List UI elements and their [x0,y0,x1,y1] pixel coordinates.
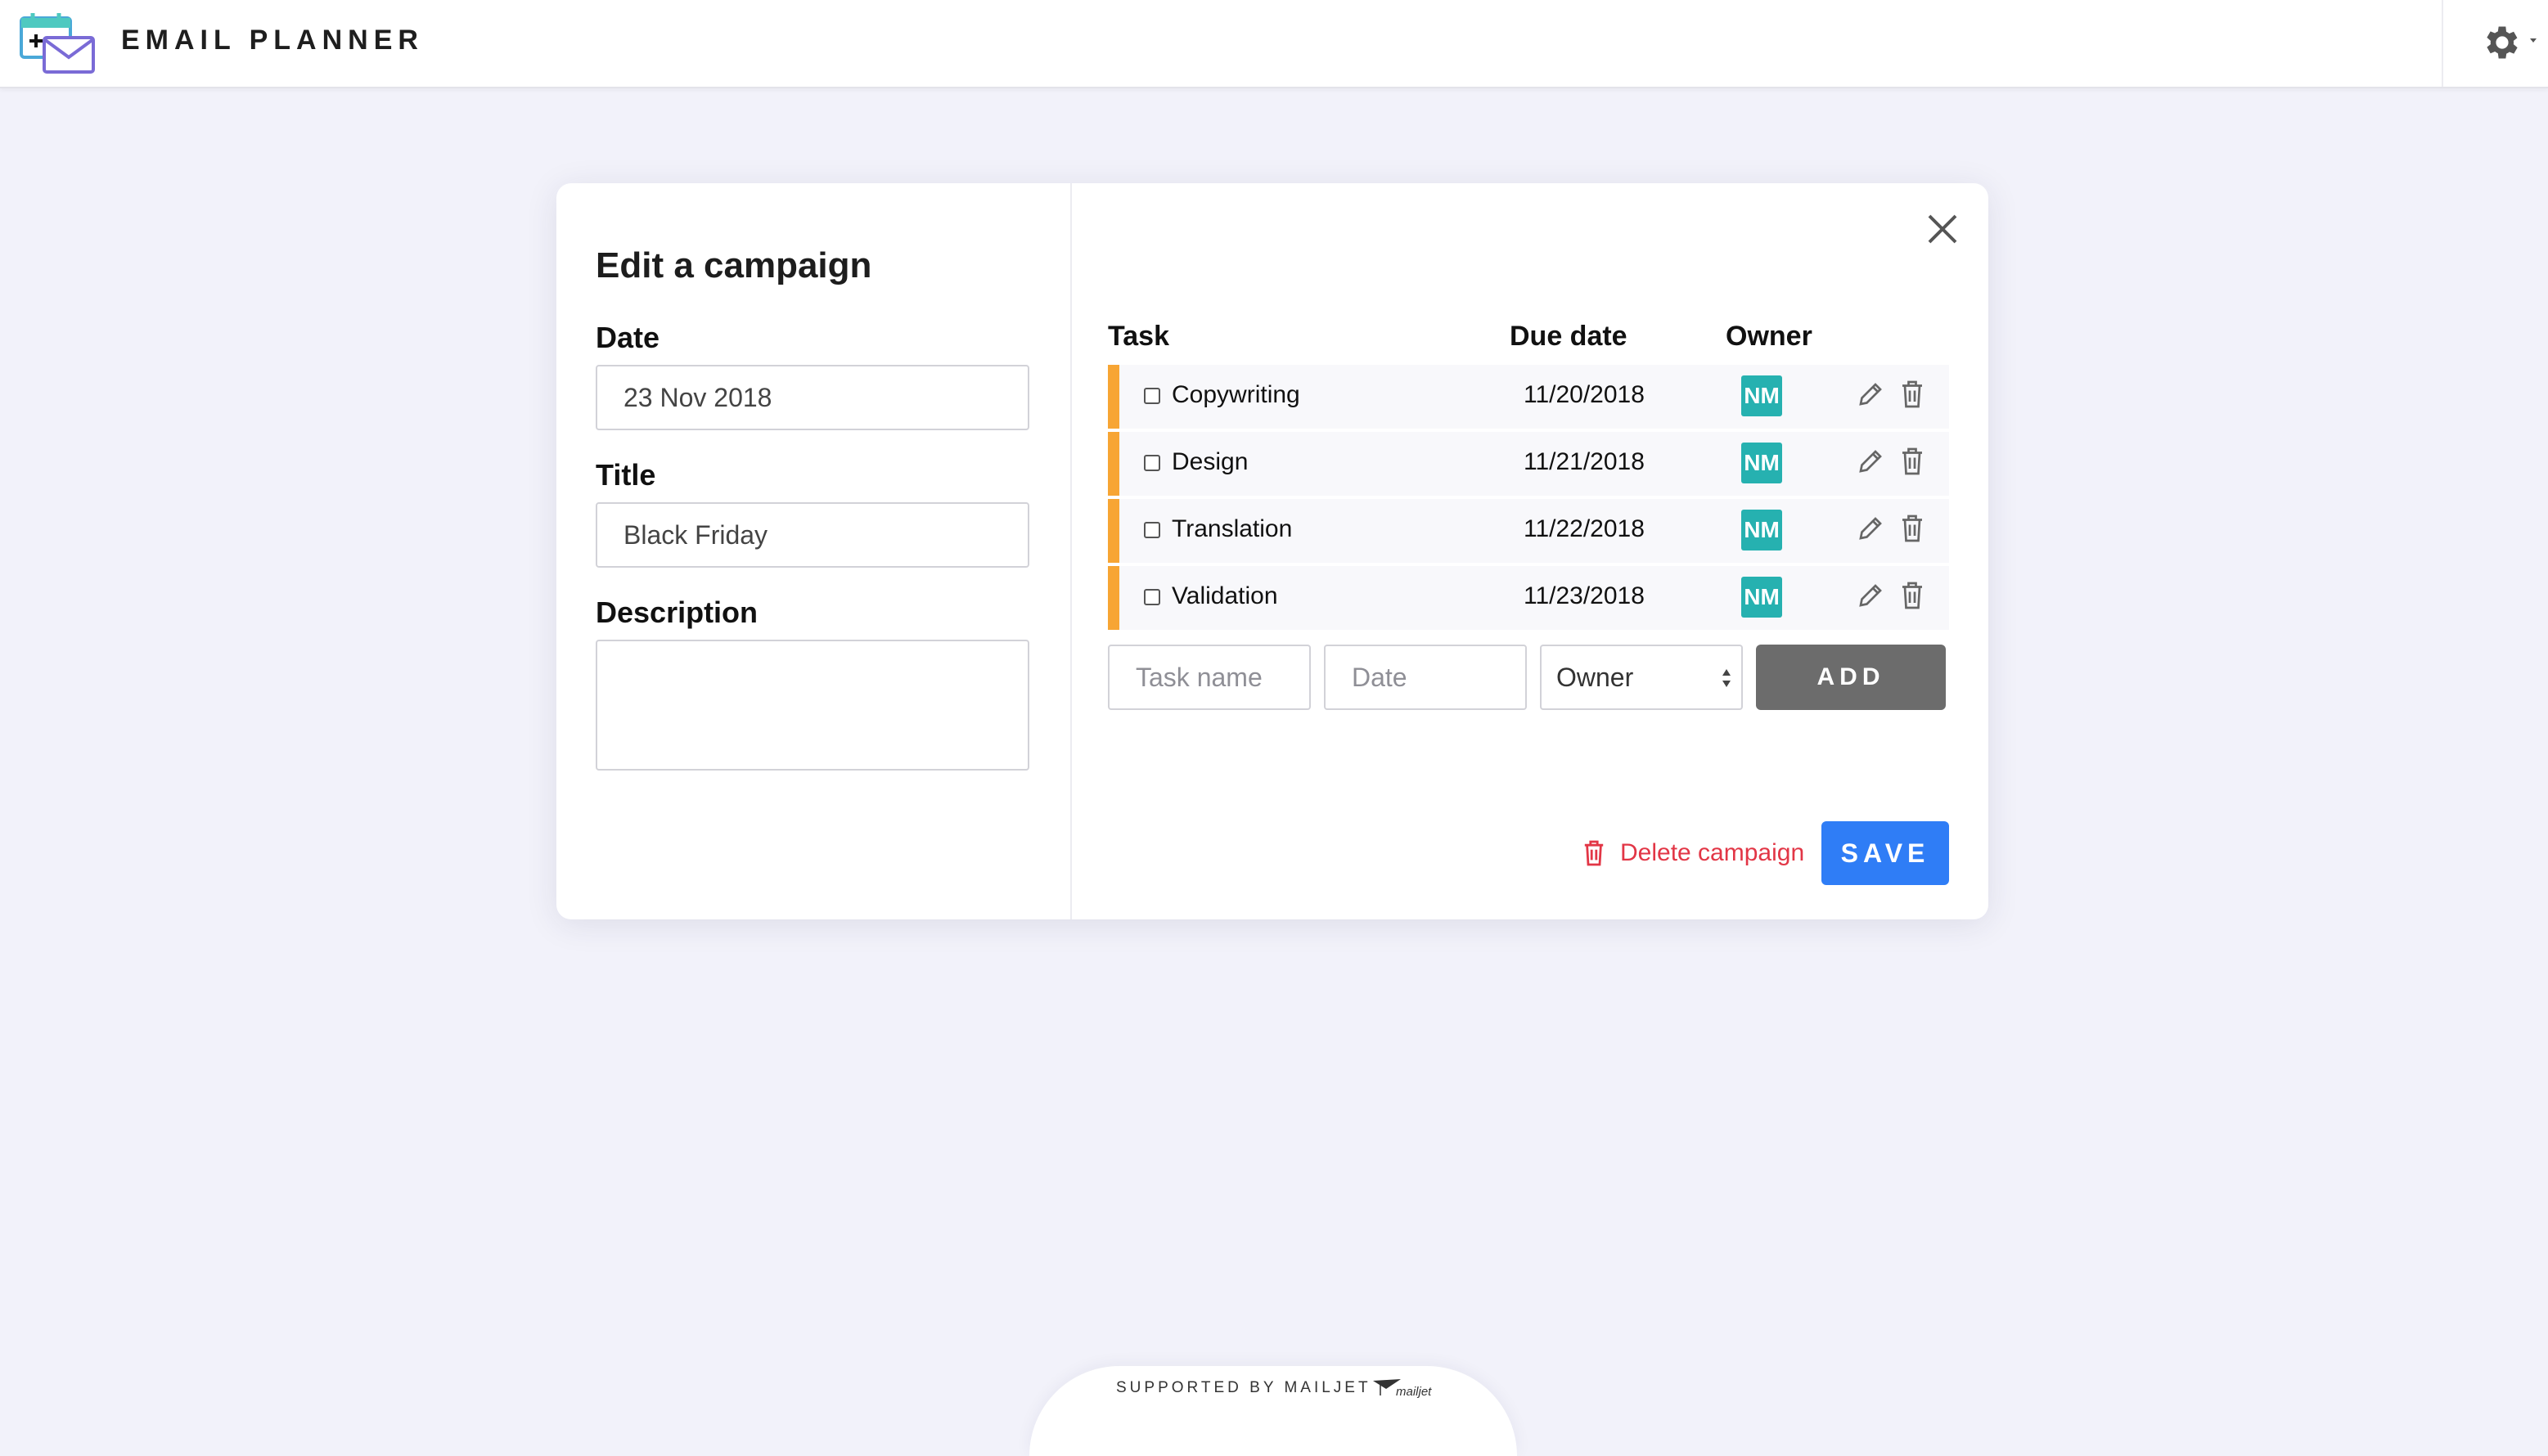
delete-campaign-button[interactable]: Delete campaign [1582,833,1804,874]
column-header-task: Task [1108,321,1169,352]
trash-icon[interactable] [1900,447,1925,476]
task-row: Validation 11/23/2018 NM [1108,566,1949,630]
chevron-down-icon [2530,38,2537,43]
close-icon[interactable] [1925,211,1961,247]
task-date-input[interactable] [1324,645,1527,710]
owner-avatar: NM [1741,577,1782,618]
task-checkbox[interactable] [1144,589,1160,605]
select-arrows-icon [1722,669,1731,687]
trash-icon [1584,840,1604,866]
task-name: Translation [1172,515,1293,542]
description-textarea[interactable] [596,640,1029,771]
gear-icon[interactable] [2481,21,2523,64]
settings-menu[interactable] [2442,0,2548,87]
trash-icon[interactable] [1900,581,1925,610]
column-header-due-date: Due date [1510,321,1627,352]
task-due-date: 11/23/2018 [1524,582,1645,609]
app-title: EMAIL PLANNER [121,25,424,56]
task-checkbox[interactable] [1144,388,1160,404]
task-row: Copywriting 11/20/2018 NM [1108,365,1949,429]
date-input[interactable] [596,365,1029,430]
supported-by-text: SUPPORTED BY MAILJET | [1116,1379,1386,1396]
task-due-date: 11/21/2018 [1524,448,1645,475]
task-row: Design 11/21/2018 NM [1108,432,1949,496]
footer-badge: SUPPORTED BY MAILJET | mailjet [1029,1366,1517,1456]
column-header-owner: Owner [1726,321,1812,352]
title-label: Title [596,458,656,492]
description-label: Description [596,595,759,629]
save-button[interactable]: SAVE [1821,821,1949,885]
delete-campaign-label: Delete campaign [1620,839,1805,866]
date-label: Date [596,321,660,354]
task-row: Translation 11/22/2018 NM [1108,499,1949,563]
owner-avatar: NM [1741,510,1782,550]
task-checkbox[interactable] [1144,455,1160,471]
calendar-mail-icon[interactable] [18,10,97,75]
task-name: Copywriting [1172,381,1300,408]
task-name: Design [1172,448,1249,475]
pencil-icon[interactable] [1856,514,1885,543]
title-input[interactable] [596,502,1029,568]
modal-title: Edit a campaign [596,245,872,285]
owner-select-value: Owner [1556,663,1634,692]
owner-avatar: NM [1741,443,1782,483]
edit-campaign-modal: Edit a campaign Date Title Description T… [556,183,1988,919]
owner-select[interactable]: Owner [1540,645,1743,710]
top-bar: EMAIL PLANNER [0,0,2548,88]
mailjet-logo[interactable]: mailjet [1373,1377,1435,1399]
task-name: Validation [1172,582,1278,609]
task-checkbox[interactable] [1144,522,1160,538]
pencil-icon[interactable] [1856,380,1885,409]
owner-avatar: NM [1741,375,1782,416]
add-task-button[interactable]: ADD [1756,645,1946,710]
campaign-details-pane: Edit a campaign Date Title Description [556,183,1072,919]
task-due-date: 11/22/2018 [1524,515,1645,542]
trash-icon[interactable] [1900,380,1925,409]
pencil-icon[interactable] [1856,447,1885,476]
trash-icon[interactable] [1900,514,1925,543]
task-name-input[interactable] [1108,645,1311,710]
pencil-icon[interactable] [1856,581,1885,610]
mailjet-logo-text: mailjet [1396,1385,1432,1399]
task-due-date: 11/20/2018 [1524,381,1645,408]
